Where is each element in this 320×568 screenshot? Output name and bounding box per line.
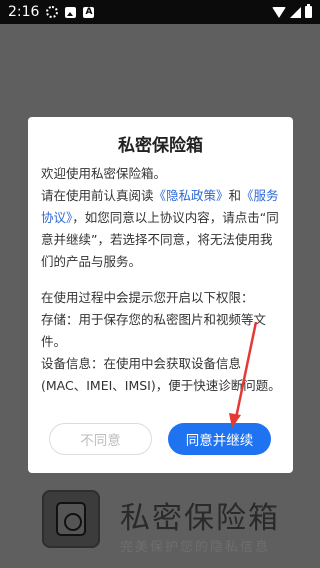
arrow-shaft (234, 321, 258, 419)
red-arrow-annotation (229, 321, 258, 428)
arrow-head-icon (229, 413, 241, 428)
